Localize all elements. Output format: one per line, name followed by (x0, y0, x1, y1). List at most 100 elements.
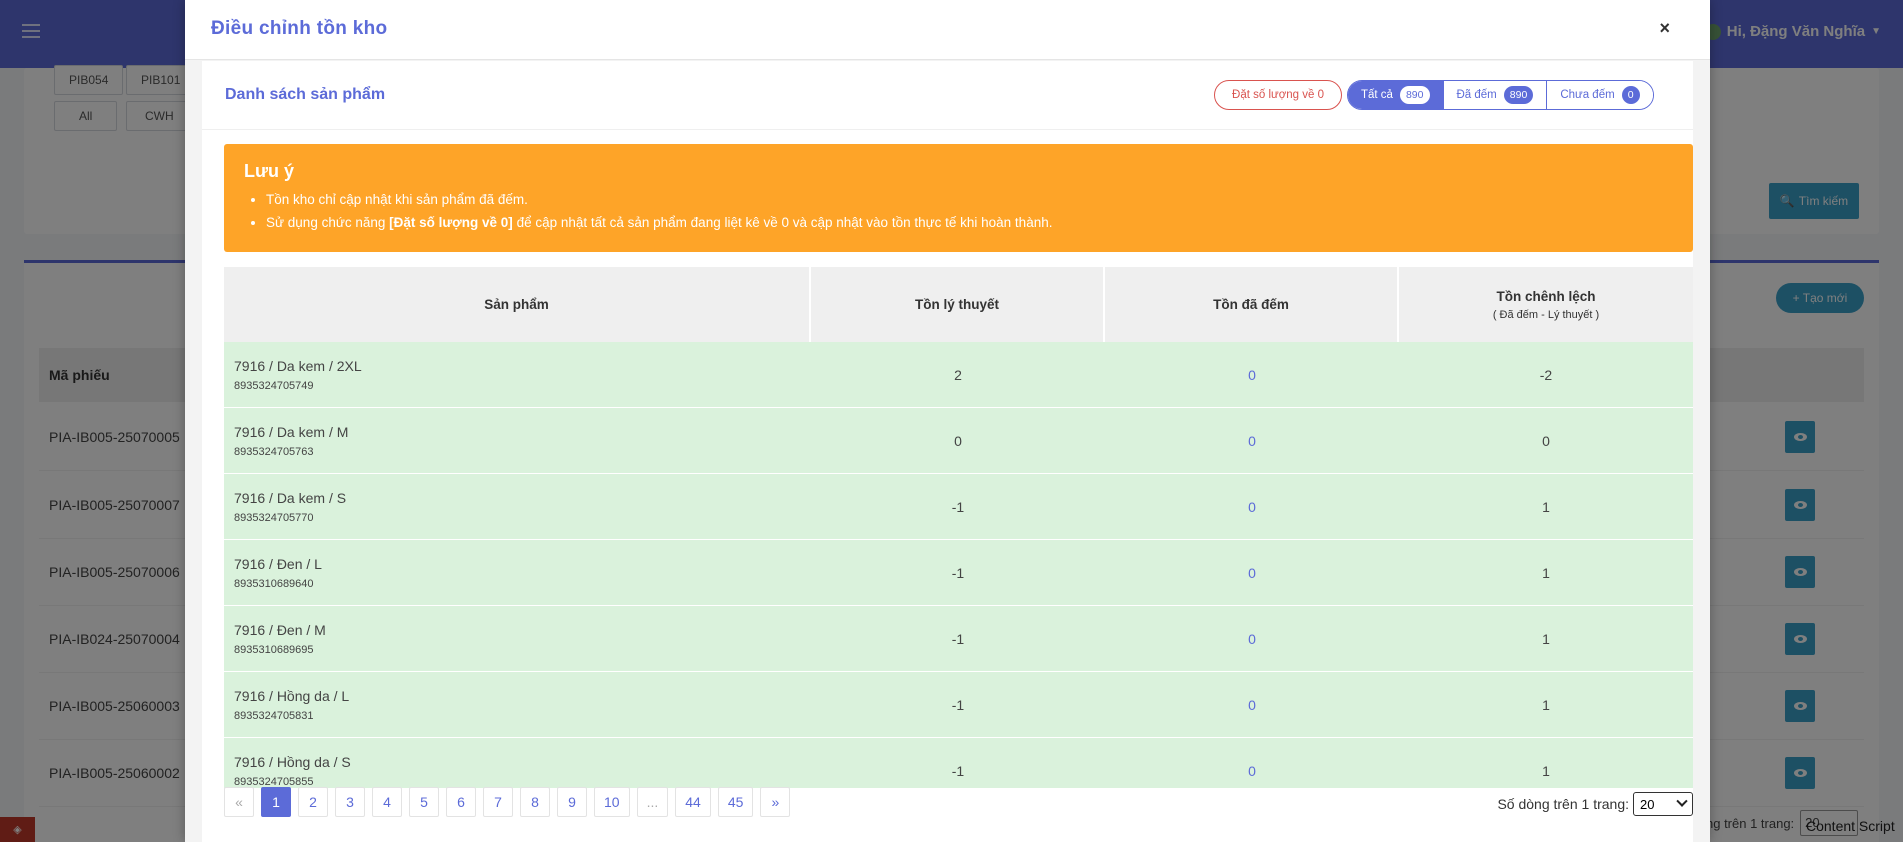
counted-stock-cell[interactable]: 0 (1105, 408, 1399, 473)
per-page-select[interactable]: 20 (1633, 792, 1693, 816)
counted-stock-cell[interactable]: 0 (1105, 540, 1399, 605)
tab-label: Chưa đếm (1560, 89, 1615, 101)
page-button[interactable]: 8 (520, 787, 550, 817)
difference-stock-cell: 1 (1542, 696, 1550, 713)
rows-per-page: Số dòng trên 1 trang: 20 (1497, 792, 1693, 816)
product-barcode: 8935310689695 (234, 643, 314, 656)
product-cell: 7916 / Da kem / S 8935324705770 (224, 474, 811, 539)
header-label: Tồn chênh lệch (1496, 288, 1596, 304)
theoretical-stock-cell: -1 (951, 498, 965, 515)
theoretical-stock-cell: -1 (951, 630, 965, 647)
page-button[interactable]: 10 (594, 787, 630, 817)
product-name: 7916 / Hồng da / S (234, 753, 351, 770)
product-cell: 7916 / Da kem / 2XL 8935324705749 (224, 342, 811, 407)
table-row: 7916 / Hồng da / S 8935324705855 -1 0 1 (224, 738, 1693, 788)
chevron-down-icon (1676, 795, 1688, 807)
theoretical-stock-cell: -1 (951, 762, 965, 779)
product-barcode: 8935324705770 (234, 511, 314, 524)
counted-stock-cell[interactable]: 0 (1105, 474, 1399, 539)
product-barcode: 8935310689640 (234, 577, 314, 590)
product-name: 7916 / Hồng da / L (234, 687, 350, 704)
tab-all[interactable]: Tất cả 890 (1348, 81, 1444, 109)
pagination-ellipsis[interactable]: ... (636, 787, 669, 817)
product-cell: 7916 / Đen / M 8935310689695 (224, 606, 811, 671)
notice-item: Sử dụng chức năng [Đặt số lượng về 0] để… (266, 211, 1673, 234)
counted-stock-cell[interactable]: 0 (1105, 606, 1399, 671)
page-button[interactable]: 5 (409, 787, 439, 817)
theoretical-stock-cell: 2 (954, 366, 962, 383)
per-page-label: Số dòng trên 1 trang: (1497, 796, 1629, 812)
product-cell: 7916 / Hồng da / L 8935324705831 (224, 672, 811, 737)
header-counted: Tồn đã đếm (1105, 267, 1399, 342)
tab-not-counted[interactable]: Chưa đếm 0 (1547, 81, 1653, 109)
page-button[interactable]: 45 (717, 787, 754, 817)
header-label: Tồn lý thuyết (915, 297, 999, 312)
close-icon[interactable]: × (1659, 18, 1670, 39)
tab-label: Đã đếm (1456, 89, 1497, 101)
next-page-button[interactable]: » (760, 787, 791, 817)
product-table: Sản phẩm Tồn lý thuyết Tồn đã đếm Tồn ch… (224, 267, 1693, 788)
counted-stock-cell[interactable]: 0 (1105, 672, 1399, 737)
count-filter-tabs: Tất cả 890 Đã đếm 890 Chưa đếm 0 (1347, 80, 1654, 110)
counted-stock-cell[interactable]: 0 (1105, 342, 1399, 407)
tab-counted[interactable]: Đã đếm 890 (1443, 81, 1548, 109)
tab-count-badge: 890 (1503, 86, 1534, 104)
divider (202, 129, 1693, 130)
page-button[interactable]: 6 (446, 787, 476, 817)
notice-list: Tồn kho chỉ cập nhật khi sản phẩm đã đếm… (266, 188, 1673, 234)
notice-alert: Lưu ý Tồn kho chỉ cập nhật khi sản phẩm … (224, 144, 1693, 252)
page-button[interactable]: 1 (261, 787, 291, 817)
notice-text: để cập nhật tất cả sản phẩm đang liệt kê… (512, 215, 1053, 230)
product-name: 7916 / Da kem / M (234, 423, 349, 440)
tab-count-badge: 0 (1621, 86, 1640, 104)
notice-item: Tồn kho chỉ cập nhật khi sản phẩm đã đếm… (266, 188, 1673, 211)
difference-stock-cell: 1 (1542, 762, 1550, 779)
pagination: «1 2 3 4 5 6 7 8 9 10... 44 45» (224, 787, 791, 817)
page-button[interactable]: 4 (372, 787, 402, 817)
difference-stock-cell: 1 (1542, 564, 1550, 581)
product-name: 7916 / Da kem / 2XL (234, 357, 362, 374)
header-product: Sản phẩm (224, 267, 811, 342)
page-button[interactable]: 44 (675, 787, 711, 817)
difference-stock-cell: 1 (1542, 630, 1550, 647)
table-body: 7916 / Da kem / 2XL 8935324705749 2 0 -2 7916… (224, 342, 1693, 788)
modal-header: Điều chỉnh tồn kho × (185, 0, 1710, 60)
product-barcode: 8935324705855 (234, 775, 314, 788)
table-row: 7916 / Da kem / M 8935324705763 0 0 0 (224, 408, 1693, 474)
product-list-title: Danh sách sản phẩm (225, 86, 386, 103)
notice-text: Sử dụng chức năng (266, 215, 390, 230)
theoretical-stock-cell: -1 (951, 696, 965, 713)
header-difference: Tồn chênh lệch ( Đã đếm - Lý thuyết ) (1399, 267, 1693, 342)
notice-emphasis: [Đặt số lượng về 0] (389, 215, 513, 230)
reset-to-zero-button[interactable]: Đặt số lượng về 0 (1214, 80, 1342, 110)
per-page-value: 20 (1640, 796, 1655, 812)
difference-stock-cell: 0 (1542, 432, 1550, 449)
header-theoretical: Tồn lý thuyết (811, 267, 1105, 342)
difference-stock-cell: 1 (1542, 498, 1550, 515)
difference-stock-cell: -2 (1539, 366, 1553, 383)
page-button[interactable]: 7 (483, 787, 513, 817)
page-button[interactable]: 9 (557, 787, 587, 817)
product-barcode: 8935324705763 (234, 445, 314, 458)
product-cell: 7916 / Hồng da / S 8935324705855 (224, 738, 811, 788)
prev-page-button[interactable]: « (224, 787, 254, 817)
page-button[interactable]: 3 (335, 787, 365, 817)
product-cell: 7916 / Đen / L 8935310689640 (224, 540, 811, 605)
counted-stock-cell[interactable]: 0 (1105, 738, 1399, 788)
theoretical-stock-cell: 0 (954, 432, 962, 449)
header-label: Tồn đã đếm (1213, 297, 1289, 312)
table-row: 7916 / Hồng da / L 8935324705831 -1 0 1 (224, 672, 1693, 738)
product-cell: 7916 / Da kem / M 8935324705763 (224, 408, 811, 473)
product-barcode: 8935324705831 (234, 709, 314, 722)
product-name: 7916 / Đen / L (234, 555, 322, 572)
table-row: 7916 / Da kem / 2XL 8935324705749 2 0 -2 (224, 342, 1693, 408)
page-button[interactable]: 2 (298, 787, 328, 817)
header-label: Sản phẩm (484, 297, 549, 312)
table-row: 7916 / Đen / M 8935310689695 -1 0 1 (224, 606, 1693, 672)
product-barcode: 8935324705749 (234, 379, 314, 392)
notice-text: Tồn kho chỉ cập nhật khi sản phẩm đã đếm… (266, 192, 528, 207)
stock-adjustment-modal: Điều chỉnh tồn kho × Danh sách sản phẩm … (185, 0, 1710, 842)
product-name: 7916 / Da kem / S (234, 489, 347, 506)
tab-count-badge: 890 (1399, 86, 1430, 104)
product-name: 7916 / Đen / M (234, 621, 326, 638)
